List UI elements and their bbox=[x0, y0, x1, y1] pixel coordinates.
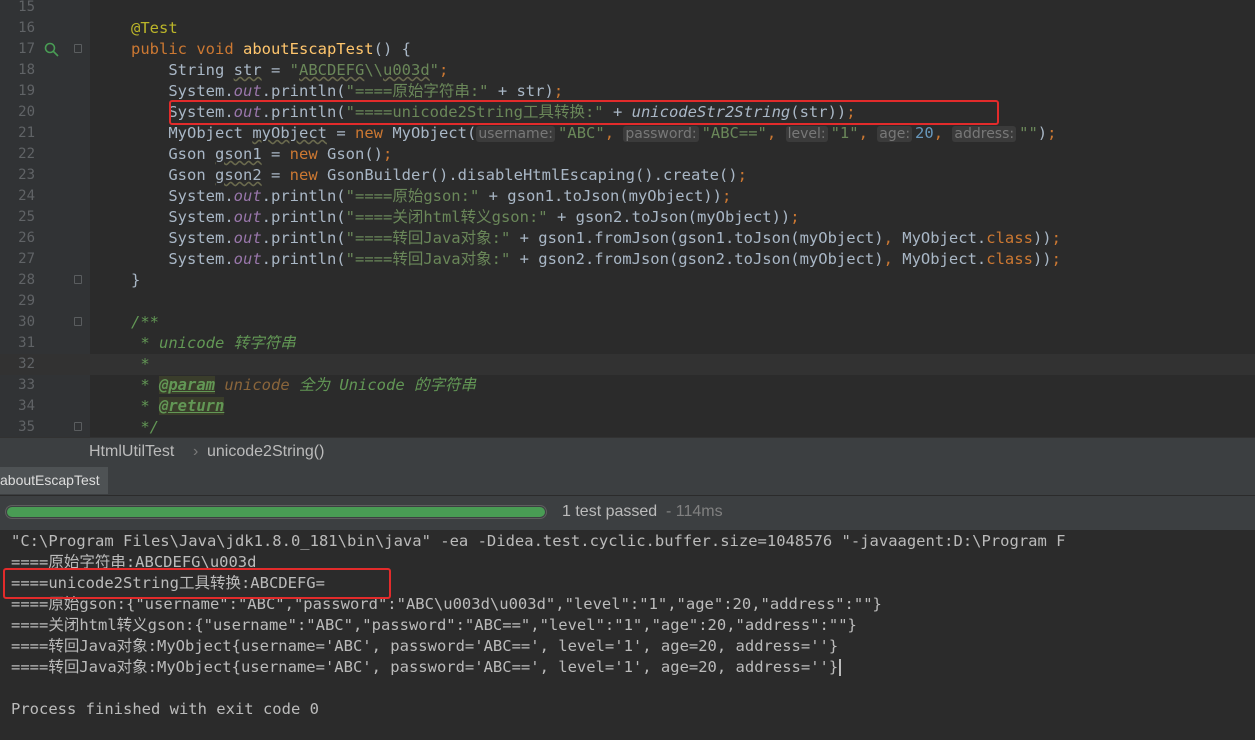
breadcrumb-separator: › bbox=[193, 443, 199, 460]
tests-passed-label: 1 test passed bbox=[562, 503, 658, 520]
code-line[interactable]: 34 * @return bbox=[0, 396, 1255, 417]
code-text: System.out.println("====关闭html转义gson:" +… bbox=[131, 208, 800, 226]
line-number: 17 bbox=[18, 41, 35, 57]
console-line: ====关闭html转义gson:{"username":"ABC","pass… bbox=[11, 616, 857, 634]
code-text: System.out.println("====原始gson:" + gson1… bbox=[131, 187, 732, 205]
line-number: 28 bbox=[18, 272, 35, 288]
code-text: String str = "ABCDEFG\\u003d"; bbox=[131, 61, 449, 79]
line-number: 29 bbox=[18, 293, 35, 309]
fold-marker-icon[interactable] bbox=[74, 317, 82, 326]
line-number: 25 bbox=[18, 209, 35, 225]
highlight-box-console bbox=[3, 568, 391, 599]
code-line[interactable]: 35 */ bbox=[0, 417, 1255, 437]
test-progress-bar bbox=[5, 505, 547, 519]
code-line[interactable]: 18 String str = "ABCDEFG\\u003d"; bbox=[0, 60, 1255, 81]
code-line[interactable]: 28} bbox=[0, 270, 1255, 291]
code-line[interactable]: 26 System.out.println("====转回Java对象:" + … bbox=[0, 228, 1255, 249]
fold-marker-icon[interactable] bbox=[74, 422, 82, 431]
code-line[interactable]: 30 /** bbox=[0, 312, 1255, 333]
code-text: System.out.println("====转回Java对象:" + gso… bbox=[131, 229, 1061, 247]
code-text: } bbox=[131, 271, 141, 289]
code-text: System.out.println("====原始字符串:" + str); bbox=[131, 82, 564, 100]
code-line[interactable]: 22 Gson gson1 = new Gson(); bbox=[0, 144, 1255, 165]
text-caret bbox=[839, 659, 842, 676]
console-line: "C:\Program Files\Java\jdk1.8.0_181\bin\… bbox=[11, 532, 1066, 550]
code-text: Gson gson1 = new Gson(); bbox=[131, 145, 393, 163]
line-number: 32 bbox=[18, 356, 35, 372]
code-line[interactable]: 33 * @param unicode 全为 Unicode 的字符串 bbox=[0, 375, 1255, 396]
code-text: * @param unicode 全为 Unicode 的字符串 bbox=[131, 376, 476, 394]
code-text: * @return bbox=[131, 397, 225, 415]
code-text: */ bbox=[131, 418, 159, 436]
run-tab[interactable]: aboutEscapTest bbox=[0, 467, 108, 494]
breadcrumb-class[interactable]: HtmlUtilTest bbox=[89, 438, 174, 466]
fold-marker-icon[interactable] bbox=[74, 275, 82, 284]
test-status-bar: 1 test passed - 114ms bbox=[0, 496, 1255, 530]
console-line: Process finished with exit code 0 bbox=[11, 700, 319, 718]
line-number: 20 bbox=[18, 104, 35, 120]
line-number: 30 bbox=[18, 314, 35, 330]
test-progress-fill bbox=[7, 507, 545, 517]
code-line[interactable]: 15 bbox=[0, 0, 1255, 18]
code-line[interactable]: 16 @Test bbox=[0, 18, 1255, 39]
line-number: 18 bbox=[18, 62, 35, 78]
line-number: 24 bbox=[18, 188, 35, 204]
run-tab-bar: aboutEscapTest bbox=[0, 465, 1255, 496]
console-line: ====转回Java对象:MyObject{username='ABC', pa… bbox=[11, 637, 839, 655]
code-text: Gson gson2 = new GsonBuilder().disableHt… bbox=[131, 166, 747, 184]
line-number: 26 bbox=[18, 230, 35, 246]
line-number: 33 bbox=[18, 377, 35, 393]
code-line[interactable]: 19 System.out.println("====原始字符串:" + str… bbox=[0, 81, 1255, 102]
fold-marker-icon[interactable] bbox=[74, 44, 82, 53]
run-console[interactable]: "C:\Program Files\Java\jdk1.8.0_181\bin\… bbox=[0, 530, 1255, 740]
line-number: 35 bbox=[18, 419, 35, 435]
code-text: * unicode 转字符串 bbox=[131, 334, 296, 352]
console-line: ====转回Java对象:MyObject{username='ABC', pa… bbox=[11, 657, 842, 678]
code-line[interactable]: 29 bbox=[0, 291, 1255, 312]
line-number: 16 bbox=[18, 20, 35, 36]
code-line[interactable]: 24 System.out.println("====原始gson:" + gs… bbox=[0, 186, 1255, 207]
code-text: * bbox=[131, 355, 150, 373]
line-number: 34 bbox=[18, 398, 35, 414]
code-text: public void aboutEscapTest() { bbox=[131, 40, 411, 58]
line-number: 22 bbox=[18, 146, 35, 162]
code-text: /** bbox=[131, 313, 159, 331]
line-number: 27 bbox=[18, 251, 35, 267]
run-tab-label: aboutEscapTest bbox=[0, 472, 100, 488]
line-number: 31 bbox=[18, 335, 35, 351]
line-number: 23 bbox=[18, 167, 35, 183]
code-line[interactable]: 21 MyObject myObject = new MyObject(user… bbox=[0, 123, 1255, 144]
line-number: 21 bbox=[18, 125, 35, 141]
code-text: MyObject myObject = new MyObject(usernam… bbox=[131, 124, 1057, 142]
code-text: @Test bbox=[131, 19, 178, 37]
line-number: 15 bbox=[18, 0, 35, 15]
code-line[interactable]: 23 Gson gson2 = new GsonBuilder().disabl… bbox=[0, 165, 1255, 186]
breadcrumb: HtmlUtilTest › unicode2String() bbox=[0, 437, 1255, 466]
code-editor[interactable]: 15 16 @Test 17 public void aboutEscapTest() … bbox=[0, 0, 1255, 437]
code-line[interactable]: 27 System.out.println("====转回Java对象:" + … bbox=[0, 249, 1255, 270]
code-line[interactable]: 25 System.out.println("====关闭html转义gson:… bbox=[0, 207, 1255, 228]
highlight-box-code bbox=[169, 100, 999, 125]
breadcrumb-method[interactable]: unicode2String() bbox=[207, 438, 324, 466]
line-number: 19 bbox=[18, 83, 35, 99]
code-line[interactable]: 17 public void aboutEscapTest() { bbox=[0, 39, 1255, 60]
code-text: System.out.println("====转回Java对象:" + gso… bbox=[131, 250, 1061, 268]
tests-duration-label: - 114ms bbox=[666, 503, 723, 520]
code-line[interactable]: 31 * unicode 转字符串 bbox=[0, 333, 1255, 354]
run-test-icon[interactable] bbox=[44, 41, 60, 57]
code-line[interactable]: 32 * bbox=[0, 354, 1255, 375]
